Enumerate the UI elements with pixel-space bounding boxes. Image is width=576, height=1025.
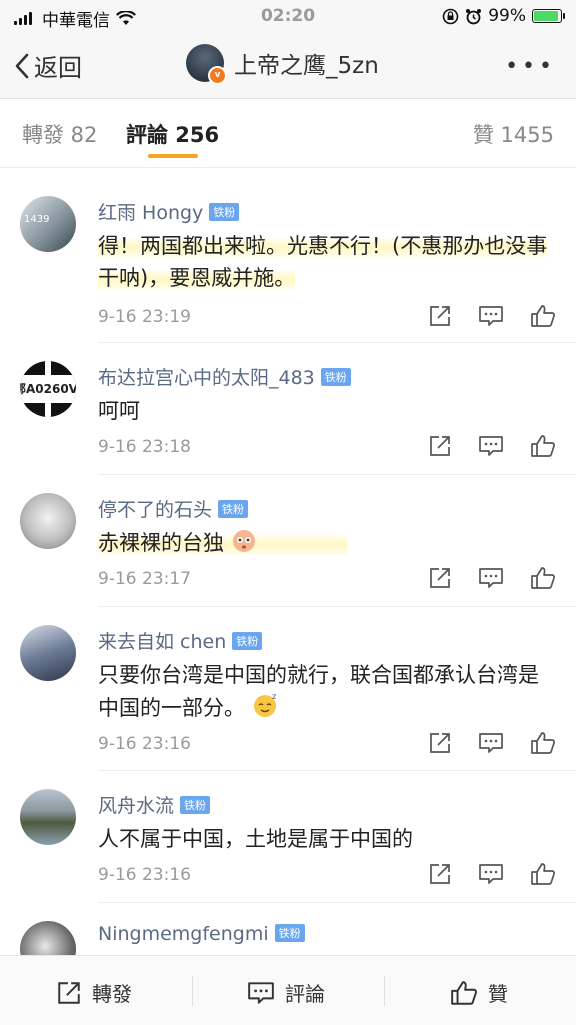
repost-button[interactable]: 轉發 [56, 978, 132, 1007]
sleepy-emoji-icon: z [253, 692, 276, 717]
alarm-icon [466, 8, 482, 24]
like-label: 贊 [488, 982, 508, 1006]
comment-text: 只要你台湾是中国的就行，联合国都承认台湾是中国的一部分。 z [98, 663, 539, 720]
avatar-caption: 1439 [24, 214, 50, 225]
avatar[interactable] [20, 789, 76, 845]
comment-text: 人不属于中国，土地是属于中国的 [98, 827, 413, 851]
author-name: 风舟水流 [98, 795, 175, 817]
share-icon[interactable] [428, 434, 452, 458]
fan-badge: 铁粉 [274, 924, 305, 942]
comment-icon[interactable] [478, 862, 504, 886]
comment-author[interactable]: 布达拉宫心中的太阳_483 铁粉 [98, 363, 351, 390]
comment-author[interactable]: 风舟水流 铁粉 [98, 791, 211, 818]
comment-author[interactable]: Ningmemgfengmi 铁粉 [98, 923, 305, 945]
comment-time: 9-16 23:19 [98, 307, 191, 327]
comment-actions [428, 731, 556, 755]
share-icon[interactable] [428, 862, 452, 886]
avatar[interactable]: 1439 [20, 196, 76, 252]
share-icon [58, 981, 80, 1004]
comment-actions [428, 862, 556, 886]
fan-badge: 铁粉 [232, 632, 263, 650]
like-icon[interactable] [530, 862, 556, 886]
nav-bar: 返回 v 上帝之鹰_5zn ••• [0, 32, 576, 99]
comment-time: 9-16 23:16 [98, 865, 191, 885]
comment-actions [428, 304, 556, 328]
avatar[interactable] [20, 493, 76, 549]
back-label: 返回 [34, 54, 82, 82]
share-icon[interactable] [428, 304, 452, 328]
avatar-caption: 鄂A0260V [20, 382, 76, 396]
fan-badge: 铁粉 [209, 203, 240, 221]
avatar[interactable]: v [186, 44, 227, 85]
like-icon [451, 980, 478, 1005]
status-bar: 中華電信 02:20 99% [0, 0, 576, 32]
active-tab-indicator [148, 154, 198, 158]
comment-icon[interactable] [478, 304, 504, 328]
orientation-lock-icon [442, 8, 459, 24]
fan-badge: 铁粉 [218, 500, 249, 518]
comment-text: 赤裸裸的台独 [98, 527, 558, 559]
comment-button[interactable]: 評論 [247, 978, 325, 1007]
fan-badge: 铁粉 [180, 796, 211, 814]
comment-text: 得！两国都出来啦。光惠不行！(不惠那办也没事干呐)，要恩威并施。 [98, 234, 548, 290]
comment-icon [248, 981, 274, 1004]
shocked-emoji-icon [232, 530, 255, 552]
share-icon[interactable] [428, 566, 452, 590]
chevron-left-icon [15, 53, 29, 78]
battery-percent: 99% [488, 6, 526, 26]
comment-time: 9-16 23:18 [98, 437, 191, 457]
comment-actions [428, 566, 556, 590]
like-button[interactable]: 贊 [450, 978, 508, 1007]
share-icon[interactable] [428, 731, 452, 755]
back-button[interactable]: 返回 [14, 48, 82, 83]
comment-time: 9-16 23:17 [98, 569, 191, 589]
comment-author[interactable]: 红雨 Hongy 铁粉 [98, 198, 240, 225]
list-item: 1439 红雨 Hongy 铁粉 得！两国都出来啦。光惠不行！(不惠那办也没事干呐… [20, 178, 576, 343]
author-name: 红雨 Hongy [98, 202, 204, 224]
like-icon[interactable] [530, 731, 556, 755]
list-item: 鄂A0260V 布达拉宫心中的太阳_483 铁粉 呵呵 9-16 23:18 [20, 343, 576, 475]
like-icon[interactable] [530, 434, 556, 458]
page-title: 上帝之鹰_5zn [234, 53, 379, 79]
verified-icon: v [208, 66, 227, 85]
author-name: 来去自如 chen [98, 631, 227, 653]
tab-likes[interactable]: 贊 1455 [473, 119, 554, 149]
comment-author[interactable]: 来去自如 chen 铁粉 [98, 627, 263, 654]
comment-icon[interactable] [478, 566, 504, 590]
profile-header[interactable]: v 上帝之鹰_5zn [186, 44, 379, 85]
comment-text: 呵呵 [98, 399, 140, 423]
comment-time: 9-16 23:16 [98, 734, 191, 754]
list-item: 风舟水流 铁粉 人不属于中国，土地是属于中国的 9-16 23:16 [20, 771, 576, 903]
tab-bar: 轉發 82 評論 256 贊 1455 [0, 99, 576, 168]
comment-list: 1439 红雨 Hongy 铁粉 得！两国都出来啦。光惠不行！(不惠那办也没事干呐… [0, 178, 576, 983]
author-name: 停不了的石头 [98, 499, 213, 521]
more-options-icon[interactable]: ••• [505, 54, 556, 79]
repost-label: 轉發 [92, 982, 132, 1006]
list-item: 来去自如 chen 铁粉 只要你台湾是中国的就行，联合国都承认台湾是中国的一部分。… [20, 607, 576, 771]
bottom-action-bar: 轉發 評論 贊 [0, 955, 576, 1025]
comment-icon[interactable] [478, 434, 504, 458]
comment-actions [428, 434, 556, 458]
tab-repost[interactable]: 轉發 82 [22, 119, 97, 149]
like-icon[interactable] [530, 566, 556, 590]
comment-label: 評論 [285, 982, 325, 1006]
avatar[interactable]: 鄂A0260V [20, 361, 76, 417]
avatar[interactable] [20, 625, 76, 681]
svg-text:z: z [272, 692, 276, 701]
tab-comments[interactable]: 評論 256 [126, 119, 219, 149]
battery-icon [532, 9, 565, 23]
author-name: 布达拉宫心中的太阳_483 [98, 367, 315, 389]
list-item: 停不了的石头 铁粉 赤裸裸的台独 9-16 23:17 [20, 475, 576, 607]
author-name: Ningmemgfengmi [98, 923, 269, 945]
comment-icon[interactable] [478, 731, 504, 755]
like-icon[interactable] [530, 304, 556, 328]
fan-badge: 铁粉 [320, 368, 351, 386]
comment-author[interactable]: 停不了的石头 铁粉 [98, 495, 249, 522]
